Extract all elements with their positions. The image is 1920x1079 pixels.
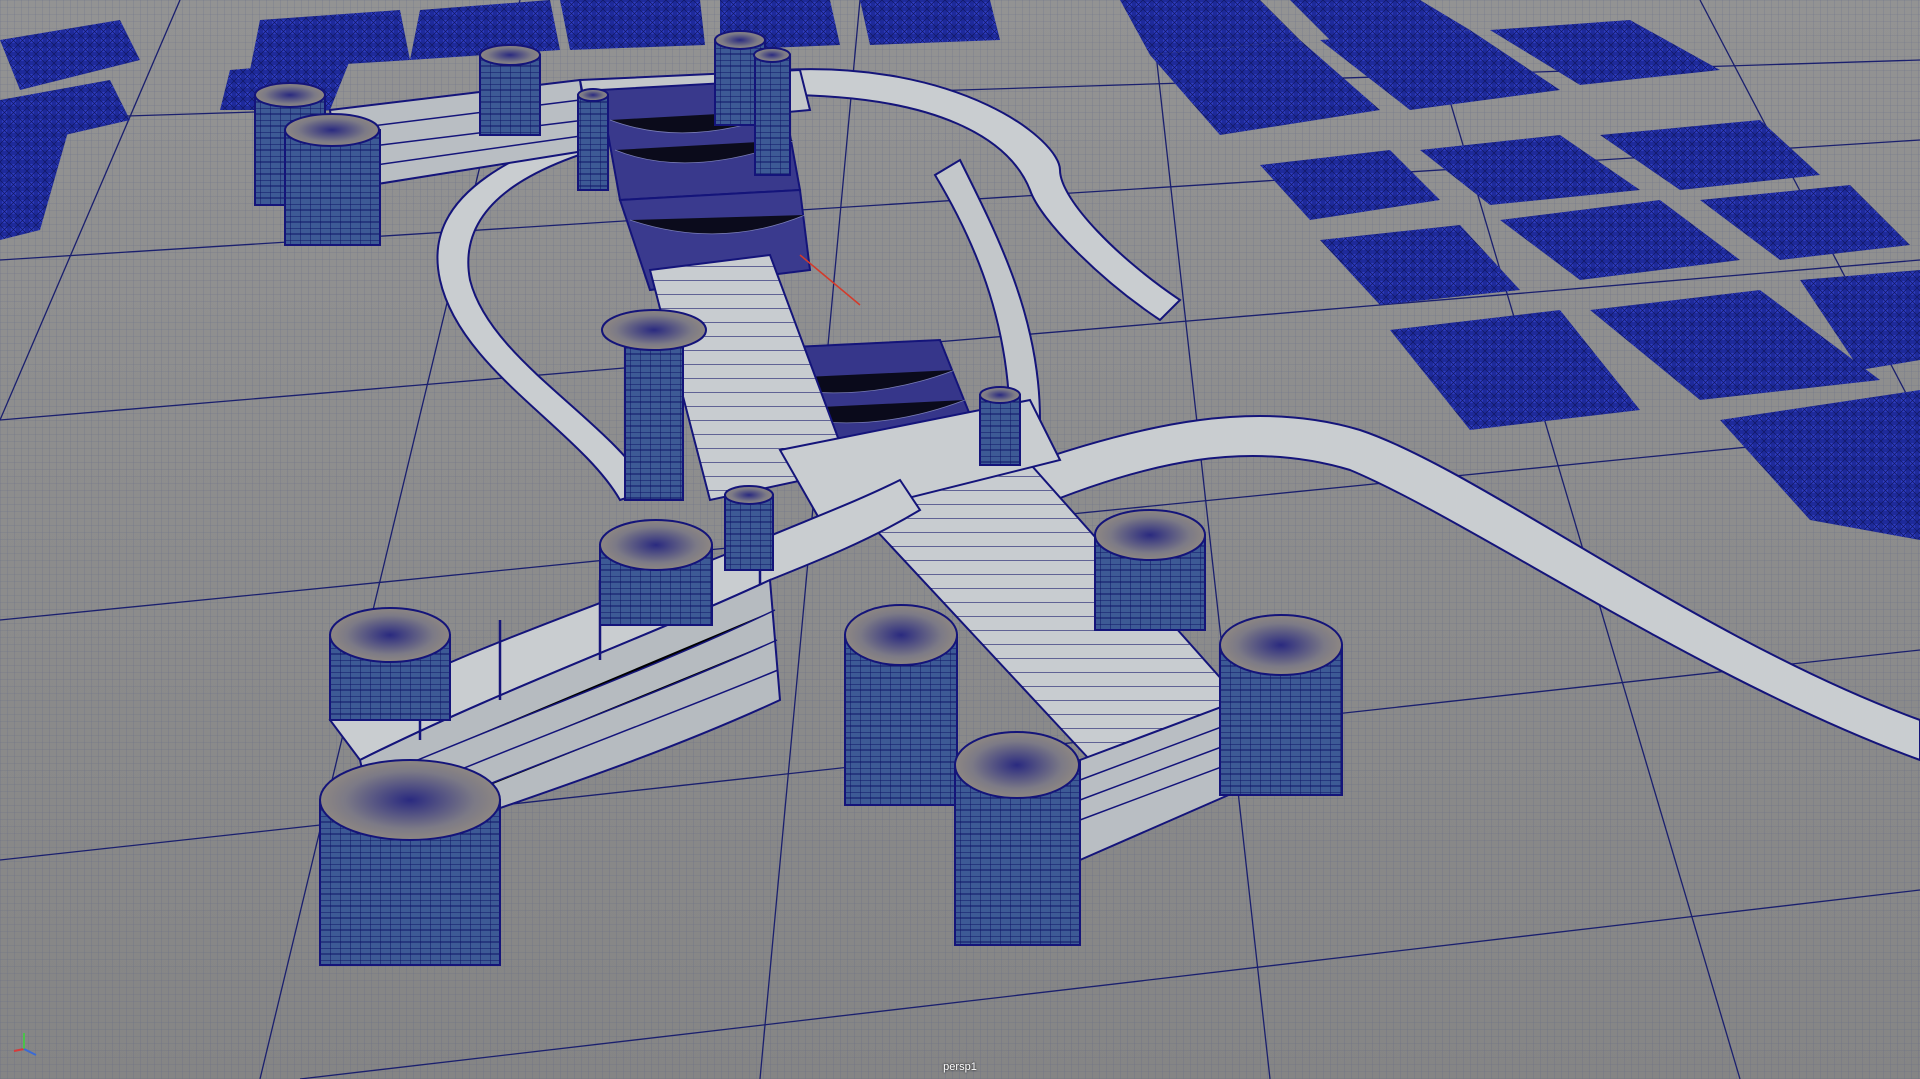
seat-block[interactable]	[560, 0, 705, 50]
scene-canvas[interactable]	[0, 0, 1920, 1079]
x-axis-icon	[13, 1048, 25, 1052]
tower[interactable]	[329, 607, 451, 721]
tower[interactable]	[954, 731, 1081, 946]
tower[interactable]	[1094, 509, 1206, 631]
tower[interactable]	[319, 759, 501, 966]
tower[interactable]	[599, 519, 713, 626]
tower[interactable]	[979, 386, 1021, 466]
tower[interactable]	[577, 88, 609, 191]
tower[interactable]	[844, 604, 958, 806]
z-axis-icon	[23, 1048, 37, 1056]
tower[interactable]	[753, 47, 791, 176]
tower[interactable]	[479, 44, 541, 136]
tower[interactable]	[1219, 614, 1343, 796]
tower[interactable]	[284, 113, 381, 246]
axis-gizmo-icon	[13, 1033, 37, 1056]
seat-block[interactable]	[860, 0, 1000, 45]
camera-name-label: persp1	[943, 1061, 977, 1073]
seat-block[interactable]	[250, 10, 410, 70]
tower[interactable]	[724, 485, 774, 571]
maya-viewport-persp[interactable]: persp1	[0, 0, 1920, 1079]
